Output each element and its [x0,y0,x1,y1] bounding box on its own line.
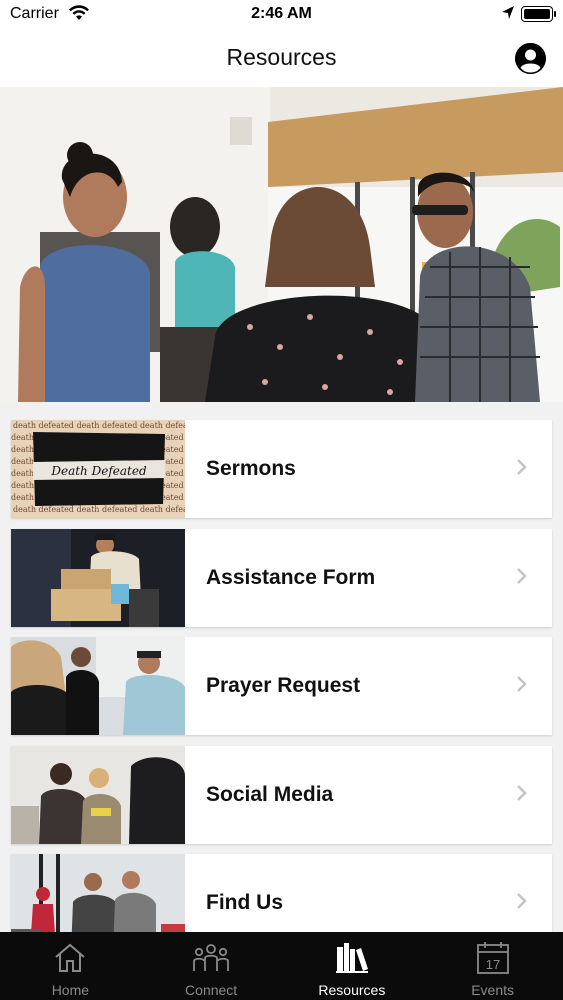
social-media-thumbnail [11,745,185,844]
status-bar: Carrier 2:46 AM [0,0,563,30]
home-icon [53,941,87,980]
tab-resources[interactable]: Resources [282,932,423,1000]
resource-label: Social Media [206,782,334,806]
svg-text:eated: eated [161,493,184,502]
chevron-right-icon [516,782,552,808]
svg-text:death defeated death defeated: death defeated death defeated death defe… [13,505,185,514]
svg-text:death: death [11,457,34,466]
calendar-icon: 17 [476,941,510,980]
prayer-request-thumbnail [11,637,185,735]
svg-text:death: death [11,433,34,442]
chevron-right-icon [516,890,552,916]
tab-connect[interactable]: Connect [141,932,282,1000]
page-title: Resources [226,44,337,70]
chevron-right-icon [516,565,552,591]
resource-label: Sermons [206,457,296,480]
resource-item-assistance-form[interactable]: Assistance Form [11,528,552,627]
location-icon [501,5,515,26]
tab-label: Events [471,982,515,998]
chevron-right-icon [516,673,552,699]
resource-item-social-media[interactable]: Social Media [11,745,552,844]
resource-label: Assistance Form [206,565,376,589]
navigation-bar: Resources [0,30,563,87]
library-icon [335,941,369,980]
tab-label: Resources [318,982,386,998]
tab-label: Home [51,982,90,998]
svg-text:eated: eated [161,481,184,490]
resource-item-sermons[interactable]: death defeated death defeated death defe… [11,420,552,518]
resource-item-prayer-request[interactable]: Prayer Request [11,637,552,735]
battery-icon [521,6,556,22]
svg-text:death: death [11,493,34,502]
resource-label: Find Us [206,891,283,914]
tab-events[interactable]: 17 Events [422,932,563,1000]
svg-text:death: death [11,445,34,454]
tab-bar: Home Connect Resources 17 Events [0,932,563,1000]
sermons-thumbnail: death defeated death defeated death defe… [11,420,185,518]
sermons-thumbnail-title: Death Defeated [50,464,147,478]
tab-home[interactable]: Home [0,932,141,1000]
assistance-form-thumbnail [11,528,185,627]
calendar-day: 17 [485,957,499,972]
tab-label: Connect [185,982,238,998]
svg-text:death: death [11,481,34,490]
svg-text:death defeated death defeated: death defeated death defeated death defe… [13,421,185,430]
clock: 2:46 AM [251,5,312,22]
resource-label: Prayer Request [206,674,361,697]
profile-icon[interactable] [515,43,546,74]
chevron-right-icon [516,456,552,482]
resource-list: death defeated death defeated death defe… [11,420,552,963]
people-icon [193,941,230,980]
svg-text:death: death [11,469,34,478]
hero-image [0,87,563,402]
